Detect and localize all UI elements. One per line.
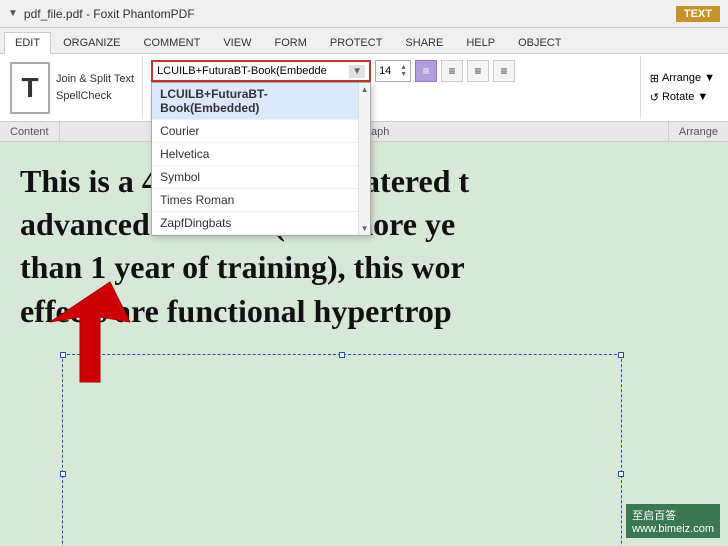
spellcheck-button[interactable]: SpellCheck (54, 89, 136, 103)
rotate-button[interactable]: ↺ Rotate ▼ (647, 90, 718, 105)
font-selector[interactable]: LCUILB+FuturaBT-Book(Embedde ▼ (151, 60, 371, 82)
scroll-up-arrow[interactable]: ▲ (361, 85, 369, 94)
watermark-line2: www.bimeiz.com (632, 523, 714, 535)
font-option-times-roman[interactable]: Times Roman (152, 189, 370, 212)
text-mode-badge: TEXT (676, 6, 720, 22)
align-left-button[interactable]: ≡ (415, 60, 437, 82)
arrange-label: Arrange (662, 72, 701, 84)
watermark-line1: 至启百答 (632, 507, 714, 523)
tab-comment[interactable]: COMMENT (133, 32, 212, 53)
tab-organize[interactable]: ORGANIZE (52, 32, 131, 53)
ribbon-tabs: EDIT ORGANIZE COMMENT VIEW FORM PROTECT … (0, 28, 728, 54)
align-right-button[interactable]: ≡ (467, 60, 489, 82)
font-dropdown-list[interactable]: LCUILB+FuturaBT-Book(Embedded) Courier H… (151, 82, 371, 236)
font-option-zapfdingbats[interactable]: ZapfDingbats (152, 212, 370, 235)
font-name-display: LCUILB+FuturaBT-Book(Embedde (157, 65, 327, 77)
font-option-embedded[interactable]: LCUILB+FuturaBT-Book(Embedded) (152, 83, 370, 120)
tab-share[interactable]: SHARE (394, 32, 454, 53)
join-split-text-button[interactable]: Join & Split Text (54, 72, 136, 86)
font-size-up[interactable]: ▲ (400, 64, 407, 71)
font-dropdown-arrow[interactable]: ▼ (349, 65, 365, 78)
watermark: 至启百答 www.bimeiz.com (626, 504, 720, 538)
font-size-spinners[interactable]: ▲ ▼ (400, 64, 407, 78)
font-size-down[interactable]: ▼ (400, 71, 407, 78)
tab-object[interactable]: OBJECT (507, 32, 572, 53)
font-option-helvetica[interactable]: Helvetica (152, 143, 370, 166)
font-dropdown-scrollbar[interactable]: ▲ ▼ (358, 83, 370, 235)
tab-form[interactable]: FORM (263, 32, 317, 53)
ribbon-bar: T Join & Split Text SpellCheck LCUILB+Fu… (0, 54, 728, 122)
font-option-courier[interactable]: Courier (152, 120, 370, 143)
arrange-rotate-group: ⊞ Arrange ▼ ↺ Rotate ▼ (647, 71, 718, 105)
red-arrow-annotation (10, 272, 130, 392)
scroll-down-arrow[interactable]: ▼ (361, 224, 369, 233)
arrange-button[interactable]: ⊞ Arrange ▼ (647, 71, 718, 86)
tab-edit[interactable]: EDIT (4, 32, 51, 54)
arrange-dropdown-arrow[interactable]: ▼ (704, 72, 715, 84)
tab-protect[interactable]: PROTECT (319, 32, 394, 53)
handle-top-right[interactable] (618, 352, 624, 358)
arrange-section-label: Arrange (668, 122, 728, 141)
font-size-input[interactable]: 14 ▲ ▼ (375, 60, 411, 82)
text-tool-icon[interactable]: T (10, 62, 50, 114)
rotate-label: Rotate (662, 91, 694, 103)
rotate-dropdown-arrow[interactable]: ▼ (697, 91, 708, 103)
tab-help[interactable]: HELP (455, 32, 506, 53)
font-option-symbol[interactable]: Symbol (152, 166, 370, 189)
title-bar-left: ▼ pdf_file.pdf - Foxit PhantomPDF (8, 7, 195, 21)
font-size-value: 14 (379, 65, 391, 77)
text-tools-list: Join & Split Text SpellCheck (54, 72, 136, 103)
window-title: pdf_file.pdf - Foxit PhantomPDF (24, 7, 195, 21)
window-arrow: ▼ (8, 8, 18, 19)
handle-middle-right[interactable] (618, 471, 624, 477)
justify-button[interactable]: ≡ (493, 60, 515, 82)
handle-top-middle[interactable] (339, 352, 345, 358)
ribbon-text-section: T Join & Split Text SpellCheck (4, 56, 143, 119)
handle-middle-left[interactable] (60, 471, 66, 477)
ribbon-arrange-section: ⊞ Arrange ▼ ↺ Rotate ▼ (640, 56, 724, 119)
font-row: LCUILB+FuturaBT-Book(Embedde ▼ 14 ▲ ▼ ≡ … (151, 60, 632, 82)
content-section-label: Content (0, 122, 60, 141)
tab-view[interactable]: VIEW (212, 32, 262, 53)
ribbon-font-section: LCUILB+FuturaBT-Book(Embedde ▼ 14 ▲ ▼ ≡ … (147, 56, 636, 119)
arrange-icon: ⊞ (650, 72, 659, 85)
title-bar: ▼ pdf_file.pdf - Foxit PhantomPDF TEXT (0, 0, 728, 28)
text-selection-box (62, 354, 622, 546)
rotate-icon: ↺ (650, 91, 659, 104)
align-center-button[interactable]: ≡ (441, 60, 463, 82)
